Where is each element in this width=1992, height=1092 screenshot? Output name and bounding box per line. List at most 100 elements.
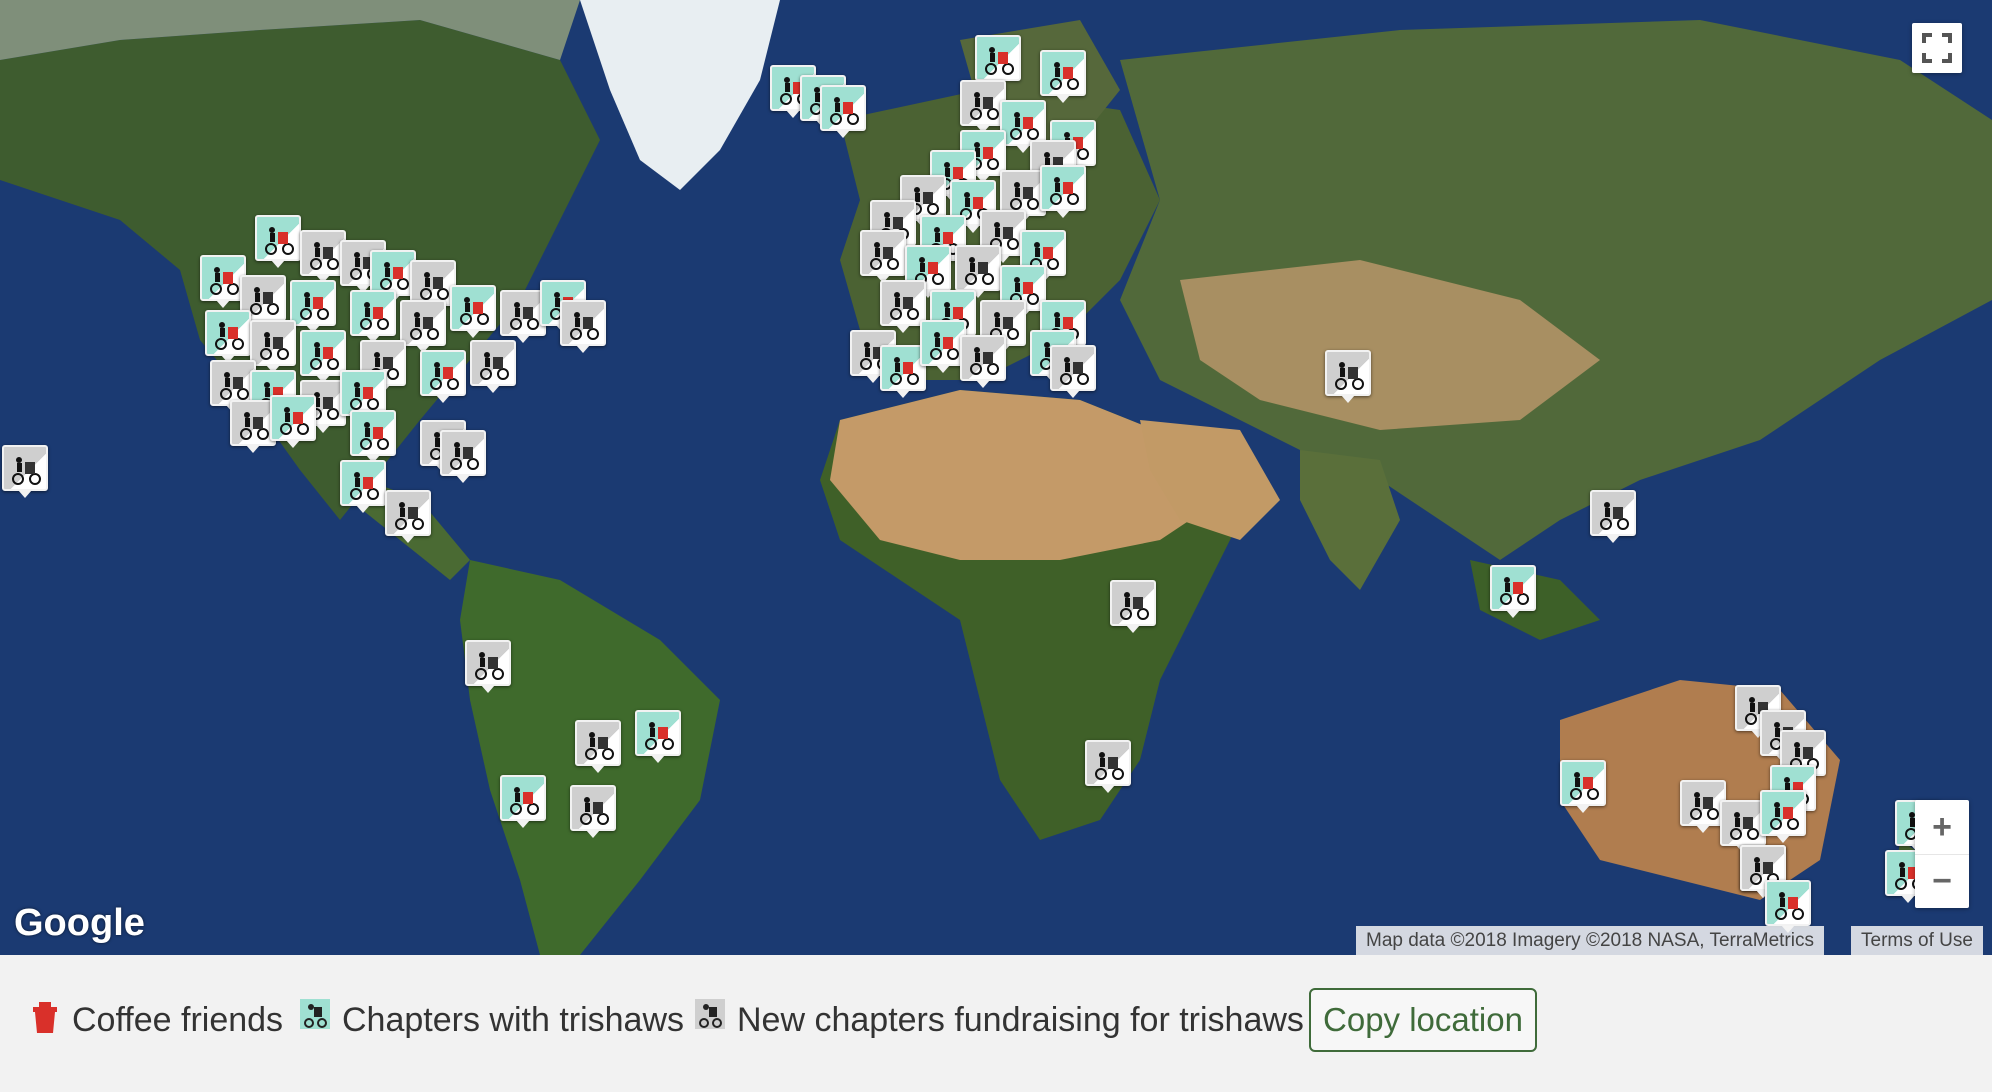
chapter-marker[interactable] (205, 310, 251, 363)
trishaw-icon (1060, 357, 1089, 385)
trishaw-chapter-icon (300, 999, 330, 1029)
trishaw-icon (870, 242, 899, 270)
fundraising-marker[interactable] (400, 300, 446, 353)
zoom-out-button[interactable]: − (1915, 854, 1969, 908)
trishaw-icon (890, 357, 919, 385)
terms-of-use-link[interactable]: Terms of Use (1851, 926, 1983, 955)
trishaw-icon (215, 322, 244, 350)
trishaw-icon (510, 787, 539, 815)
map-legend: Coffee friends Chapters with trishaws Ne… (0, 955, 1992, 1092)
chapter-marker[interactable] (1040, 50, 1086, 103)
trishaw-icon (1500, 577, 1529, 605)
fundraising-marker[interactable] (1110, 580, 1156, 633)
trishaw-icon (395, 502, 424, 530)
chapter-marker[interactable] (820, 85, 866, 138)
trishaw-icon (1770, 802, 1799, 830)
zoom-in-button[interactable]: + (1915, 800, 1969, 855)
chapter-marker[interactable] (255, 215, 301, 268)
trishaw-icon (510, 302, 539, 330)
trishaw-icon (585, 732, 614, 760)
trishaw-icon (580, 797, 609, 825)
fundraising-marker[interactable] (960, 335, 1006, 388)
fundraising-marker[interactable] (385, 490, 431, 543)
trishaw-icon (280, 407, 309, 435)
world-map[interactable]: + − Google Map data ©2018 Imagery ©2018 … (0, 0, 1992, 955)
chapter-marker[interactable] (1765, 880, 1811, 933)
trishaw-fundraising-icon (695, 999, 725, 1029)
trishaw-icon (1570, 772, 1599, 800)
trishaw-icon (380, 262, 409, 290)
trishaw-icon (350, 472, 379, 500)
chapter-marker[interactable] (1490, 565, 1536, 618)
fullscreen-button[interactable] (1912, 23, 1962, 73)
chapter-marker[interactable] (1560, 760, 1606, 813)
chapter-marker[interactable] (340, 460, 386, 513)
trishaw-icon (250, 287, 279, 315)
chapter-marker[interactable] (450, 285, 496, 338)
trishaw-icon (970, 347, 999, 375)
trishaw-icon (570, 312, 599, 340)
fundraising-marker[interactable] (470, 340, 516, 393)
chapter-marker[interactable] (350, 290, 396, 343)
chapter-marker[interactable] (420, 350, 466, 403)
fullscreen-icon (1922, 33, 1952, 63)
trishaw-icon (420, 272, 449, 300)
trishaw-icon (965, 257, 994, 285)
trishaw-icon (300, 292, 329, 320)
trishaw-icon (450, 442, 479, 470)
trishaw-icon (1600, 502, 1629, 530)
trishaw-icon (240, 412, 269, 440)
copy-location-button[interactable]: Copy location (1309, 988, 1537, 1052)
fundraising-marker[interactable] (250, 320, 296, 373)
google-logo: Google (14, 902, 145, 944)
chapter-marker[interactable] (350, 410, 396, 463)
fundraising-marker[interactable] (1085, 740, 1131, 793)
chapter-marker[interactable] (1040, 165, 1086, 218)
trishaw-icon (890, 292, 919, 320)
trishaw-icon (220, 372, 249, 400)
trishaw-icon (1775, 892, 1804, 920)
fundraising-marker[interactable] (880, 280, 926, 333)
fundraising-marker[interactable] (570, 785, 616, 838)
trishaw-icon (265, 227, 294, 255)
fundraising-marker[interactable] (1050, 345, 1096, 398)
fundraising-marker[interactable] (1590, 490, 1636, 543)
fundraising-marker[interactable] (955, 245, 1001, 298)
trishaw-icon (310, 242, 339, 270)
legend-label: New chapters fundraising for trishaws (737, 1001, 1304, 1039)
trishaw-icon (1095, 752, 1124, 780)
chapter-marker[interactable] (635, 710, 681, 763)
trishaw-icon (460, 297, 489, 325)
trishaw-icon (210, 267, 239, 295)
fundraising-marker[interactable] (2, 445, 48, 498)
chapter-marker[interactable] (1760, 790, 1806, 843)
trishaw-icon (360, 302, 389, 330)
fundraising-marker[interactable] (1325, 350, 1371, 403)
trishaw-icon (1690, 792, 1719, 820)
coffee-cup-icon (33, 1002, 57, 1033)
chapter-marker[interactable] (270, 395, 316, 448)
trishaw-icon (1120, 592, 1149, 620)
trishaw-icon (1010, 112, 1039, 140)
trishaw-icon (310, 342, 339, 370)
trishaw-icon (430, 362, 459, 390)
trishaw-icon (1730, 812, 1759, 840)
fundraising-marker[interactable] (465, 640, 511, 693)
fundraising-marker[interactable] (575, 720, 621, 773)
trishaw-icon (1335, 362, 1364, 390)
trishaw-icon (360, 422, 389, 450)
chapter-marker[interactable] (500, 775, 546, 828)
trishaw-icon (475, 652, 504, 680)
fundraising-marker[interactable] (560, 300, 606, 353)
trishaw-icon (930, 332, 959, 360)
map-attribution: Map data ©2018 Imagery ©2018 NASA, Terra… (1356, 926, 1824, 955)
fundraising-marker[interactable] (440, 430, 486, 483)
trishaw-icon (480, 352, 509, 380)
trishaw-icon (260, 332, 289, 360)
trishaw-icon (830, 97, 859, 125)
fundraising-marker[interactable] (860, 230, 906, 283)
chapter-marker[interactable] (290, 280, 336, 333)
chapter-marker[interactable] (300, 330, 346, 383)
trishaw-icon (350, 382, 379, 410)
chapter-marker[interactable] (975, 35, 1021, 88)
